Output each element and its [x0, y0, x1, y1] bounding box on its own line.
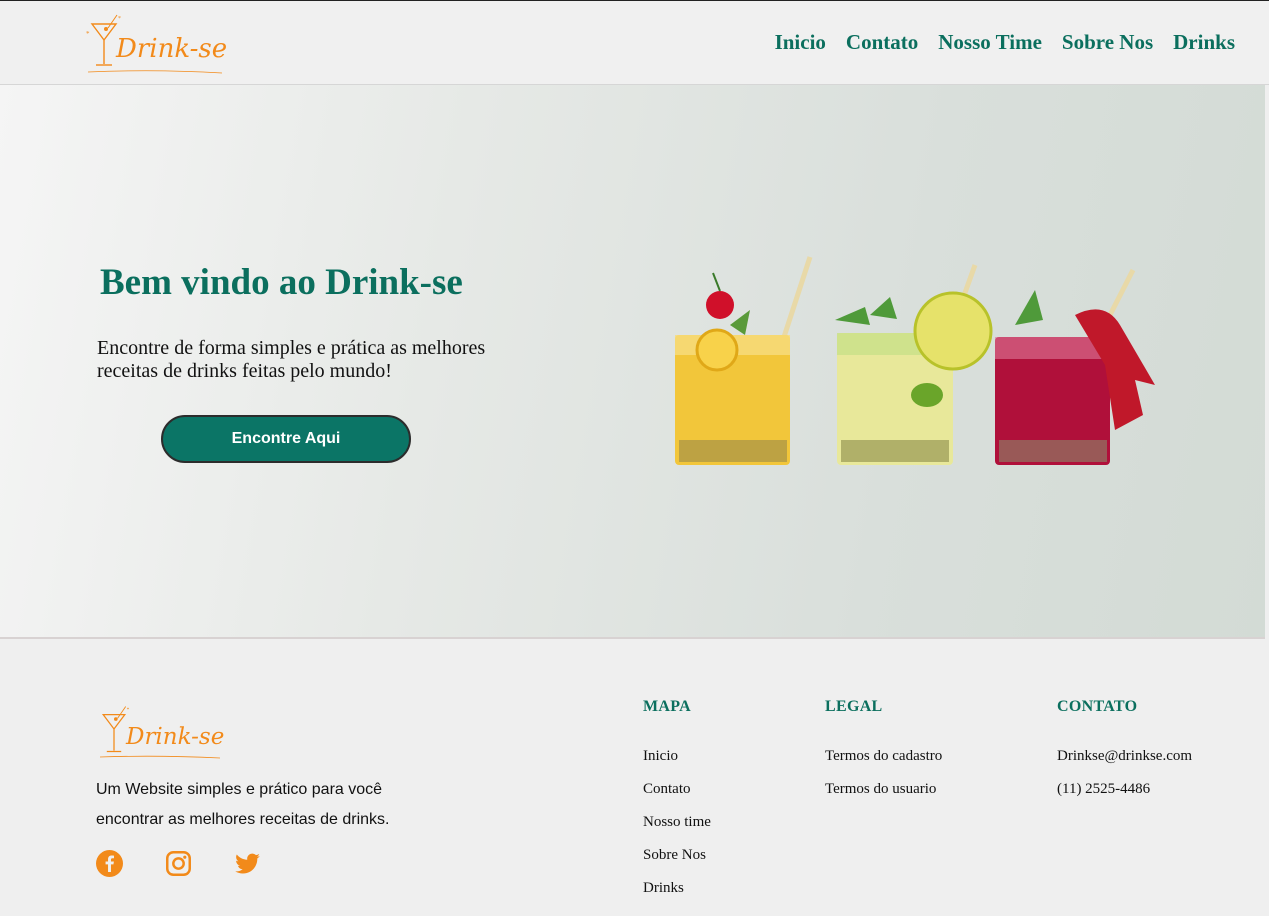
footer-link-drinks[interactable]: Drinks — [643, 879, 711, 912]
footer-link-termos-usuario[interactable]: Termos do usuario — [825, 780, 942, 813]
social-links — [96, 850, 261, 877]
svg-text:*: * — [86, 30, 90, 38]
footer-column-title: CONTATO — [1057, 698, 1138, 715]
header-logo-text: Drink-se — [116, 34, 228, 64]
footer-link-nosso-time[interactable]: Nosso time — [643, 813, 711, 846]
svg-text:*: * — [127, 707, 130, 713]
logo-underline — [87, 70, 223, 74]
footer-logo[interactable]: * Drink-se — [96, 702, 226, 760]
hero-title: Bem vindo ao Drink-se — [100, 262, 463, 303]
nav-nosso-time[interactable]: Nosso Time — [938, 30, 1042, 55]
footer-link-inicio[interactable]: Inicio — [643, 747, 711, 780]
nav-inicio[interactable]: Inicio — [775, 30, 826, 55]
main-nav: Inicio Contato Nosso Time Sobre Nos Drin… — [775, 30, 1235, 55]
footer-contact-phone: (11) 2525-4486 — [1057, 781, 1151, 797]
footer-column-title: MAPA — [643, 698, 691, 715]
svg-text:*: * — [118, 16, 121, 22]
find-here-button[interactable]: Encontre Aqui — [161, 415, 411, 463]
header-logo[interactable]: * * Drink-se — [84, 10, 229, 74]
cocktails-image — [675, 256, 1155, 465]
footer-column-title: LEGAL — [825, 698, 883, 715]
twitter-icon[interactable] — [234, 850, 261, 877]
facebook-icon[interactable] — [96, 850, 123, 877]
footer-column-mapa: MAPA Inicio Contato Nosso time Sobre Nos… — [643, 698, 711, 912]
footer-link-sobre-nos[interactable]: Sobre Nos — [643, 846, 711, 879]
logo-underline — [99, 755, 221, 759]
nav-contato[interactable]: Contato — [846, 30, 918, 55]
footer-link-contato[interactable]: Contato — [643, 780, 711, 813]
footer-column-legal: LEGAL Termos do cadastro Termos do usuar… — [825, 698, 942, 813]
footer-logo-text: Drink-se — [126, 724, 225, 750]
nav-sobre-nos[interactable]: Sobre Nos — [1062, 30, 1153, 55]
hero-section: Bem vindo ao Drink-se Encontre de forma … — [0, 85, 1265, 639]
hero-description: Encontre de forma simples e prática as m… — [97, 337, 486, 382]
footer-column-contato: CONTATO Drinkse@drinkse.com (11) 2525-44… — [1057, 698, 1192, 813]
footer-link-termos-cadastro[interactable]: Termos do cadastro — [825, 747, 942, 780]
footer-description: Um Website simples e prático para você e… — [96, 781, 390, 828]
instagram-icon[interactable] — [165, 850, 192, 877]
site-header: * * Drink-se Inicio Contato Nosso Time S… — [0, 1, 1269, 85]
footer-contact-email[interactable]: Drinkse@drinkse.com — [1057, 747, 1192, 780]
nav-drinks[interactable]: Drinks — [1173, 30, 1235, 55]
